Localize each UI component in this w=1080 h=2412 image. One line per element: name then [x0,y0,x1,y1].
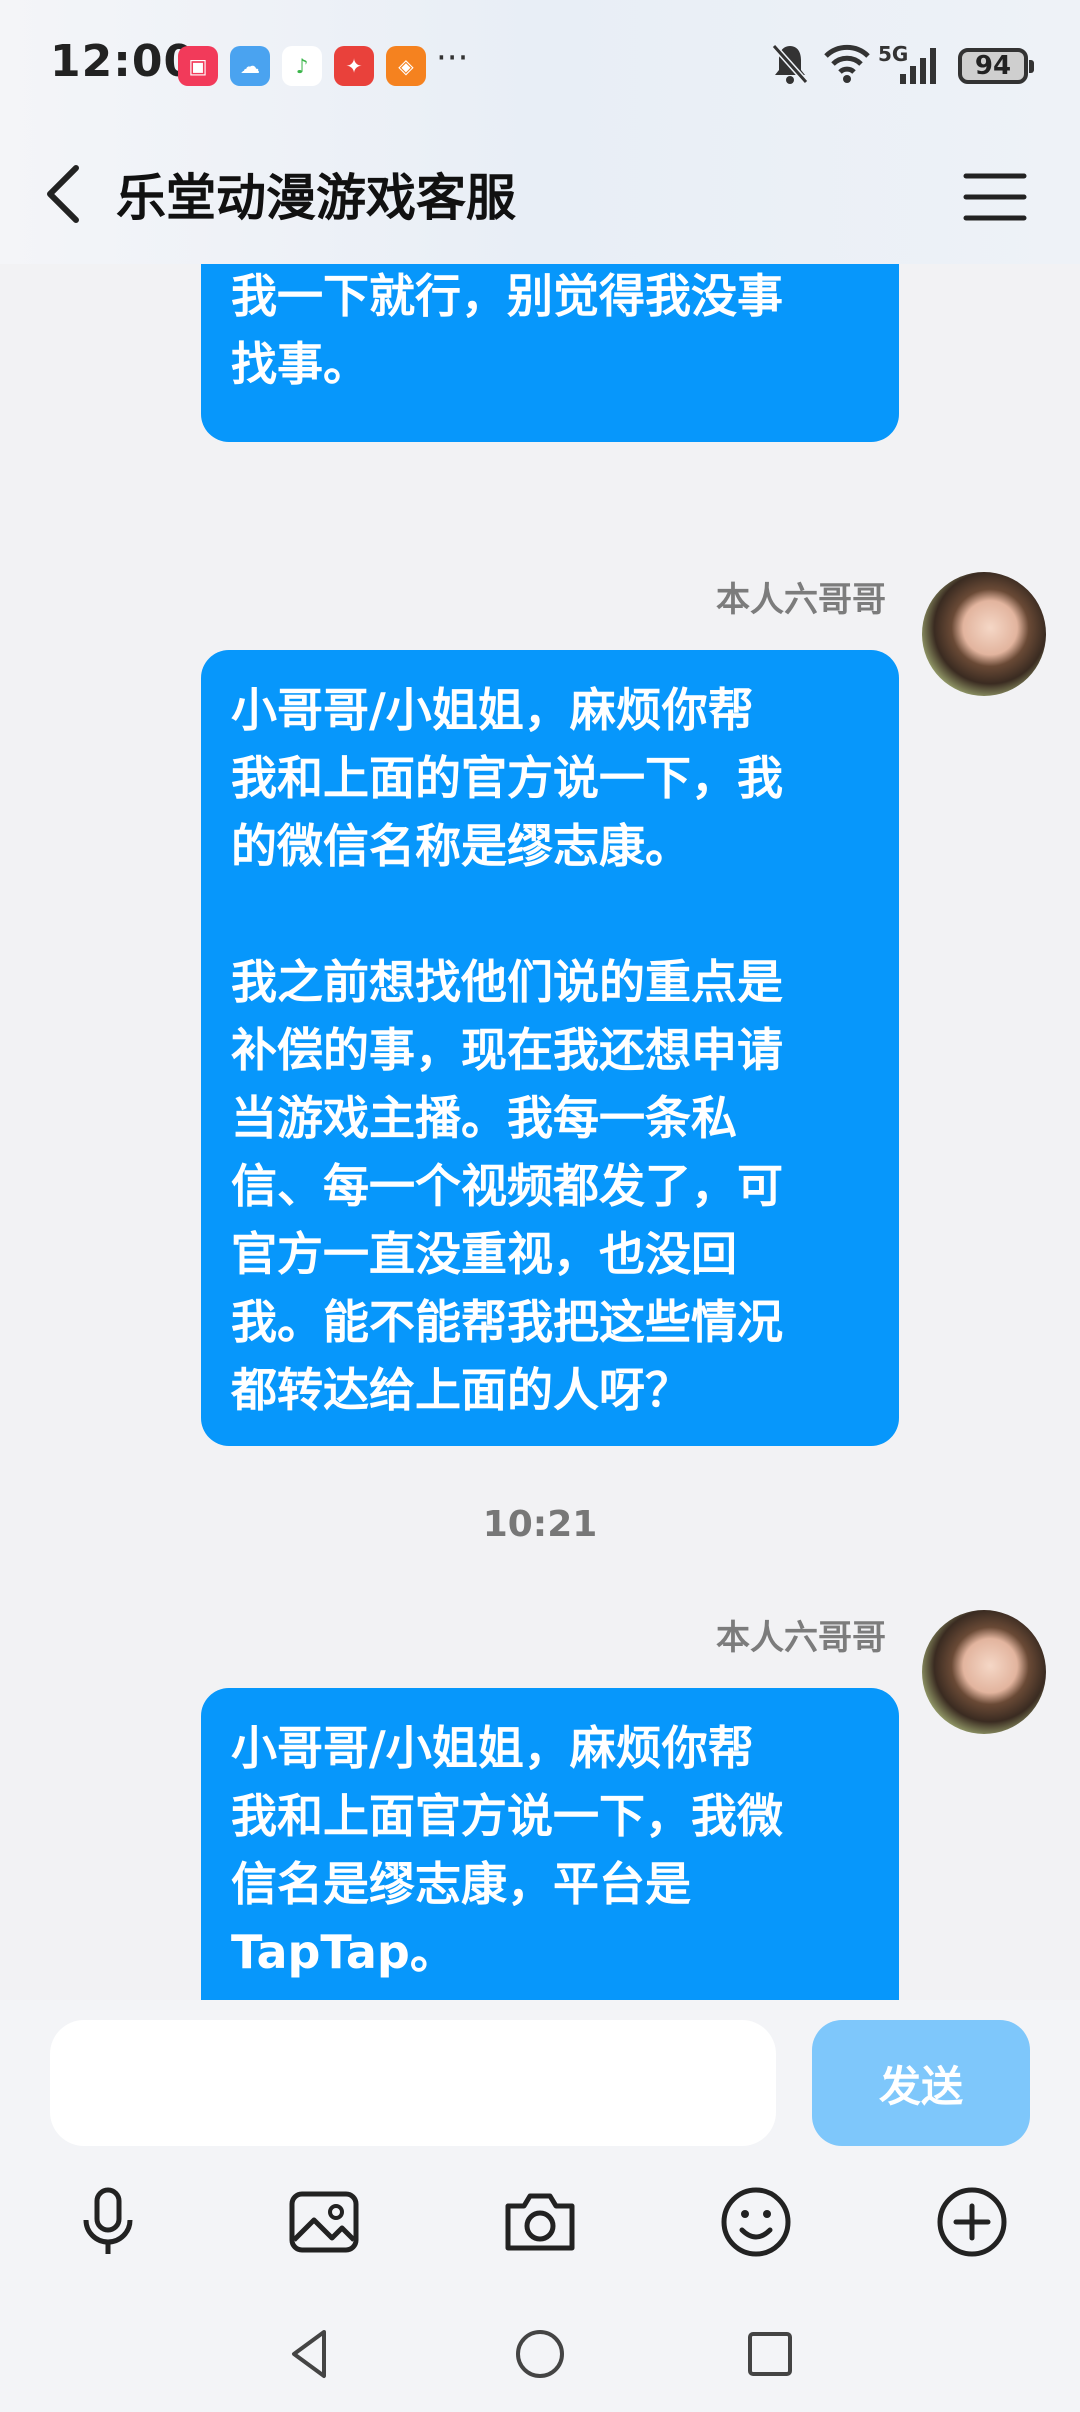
mute-bell-icon [771,44,809,84]
camera-icon[interactable] [500,2182,580,2262]
message-input[interactable] [50,2020,776,2146]
message-input-bar: 发送 [0,2000,1080,2176]
emoji-icon[interactable] [716,2182,796,2262]
avatar[interactable] [922,1610,1046,1734]
status-time: 12:00 [50,36,196,87]
status-bar: 12:00 ▣ ☁ ♪ ✦ ◈ ··· 5G 94 [0,0,1080,130]
back-nav-icon[interactable] [280,2324,340,2384]
avatar[interactable] [922,572,1046,696]
plus-icon[interactable] [932,2182,1012,2262]
more-notifications-icon: ··· [436,38,469,78]
weather-icon: ☁ [230,46,270,86]
message-bubble[interactable]: 小哥哥/小姐姐，麻烦你帮 我和上面的官方说一下，我 的微信名称是缪志康。 我之前… [201,650,899,1446]
send-button[interactable]: 发送 [812,2020,1030,2146]
top-bar: 12:00 ▣ ☁ ♪ ✦ ◈ ··· 5G 94 乐堂动漫游戏客服 [0,0,1080,264]
game-app-icon: ✦ [334,46,374,86]
music-icon: ♪ [282,46,322,86]
chat-message-list[interactable]: 我一下就行，别觉得我没事 找事。 本人六哥哥 小哥哥/小姐姐，麻烦你帮 我和上面… [0,264,1080,2000]
chat-title: 乐堂动漫游戏客服 [116,169,516,227]
message-bubble[interactable]: 我一下就行，别觉得我没事 找事。 [201,264,899,442]
system-nav-bar [0,2296,1080,2412]
chat-header: 乐堂动漫游戏客服 [0,130,1080,264]
battery-indicator: 94 [958,48,1034,84]
camera-app-icon: ▣ [178,46,218,86]
menu-icon[interactable] [960,162,1030,232]
image-icon[interactable] [284,2182,364,2262]
chat-toolbar [0,2176,1080,2296]
signal-icon [900,48,936,84]
recents-nav-icon[interactable] [740,2324,800,2384]
microphone-icon[interactable] [68,2182,148,2262]
back-arrow-icon[interactable] [36,154,96,234]
sender-name: 本人六哥哥 [716,580,886,620]
sender-name: 本人六哥哥 [716,1618,886,1658]
wifi-icon [824,44,870,83]
message-timestamp: 10:21 [482,1504,598,1545]
message-bubble[interactable]: 小哥哥/小姐姐，麻烦你帮 我和上面官方说一下，我微 信名是缪志康，平台是 Tap… [201,1688,899,2000]
shopping-app-icon: ◈ [386,46,426,86]
home-nav-icon[interactable] [510,2324,570,2384]
